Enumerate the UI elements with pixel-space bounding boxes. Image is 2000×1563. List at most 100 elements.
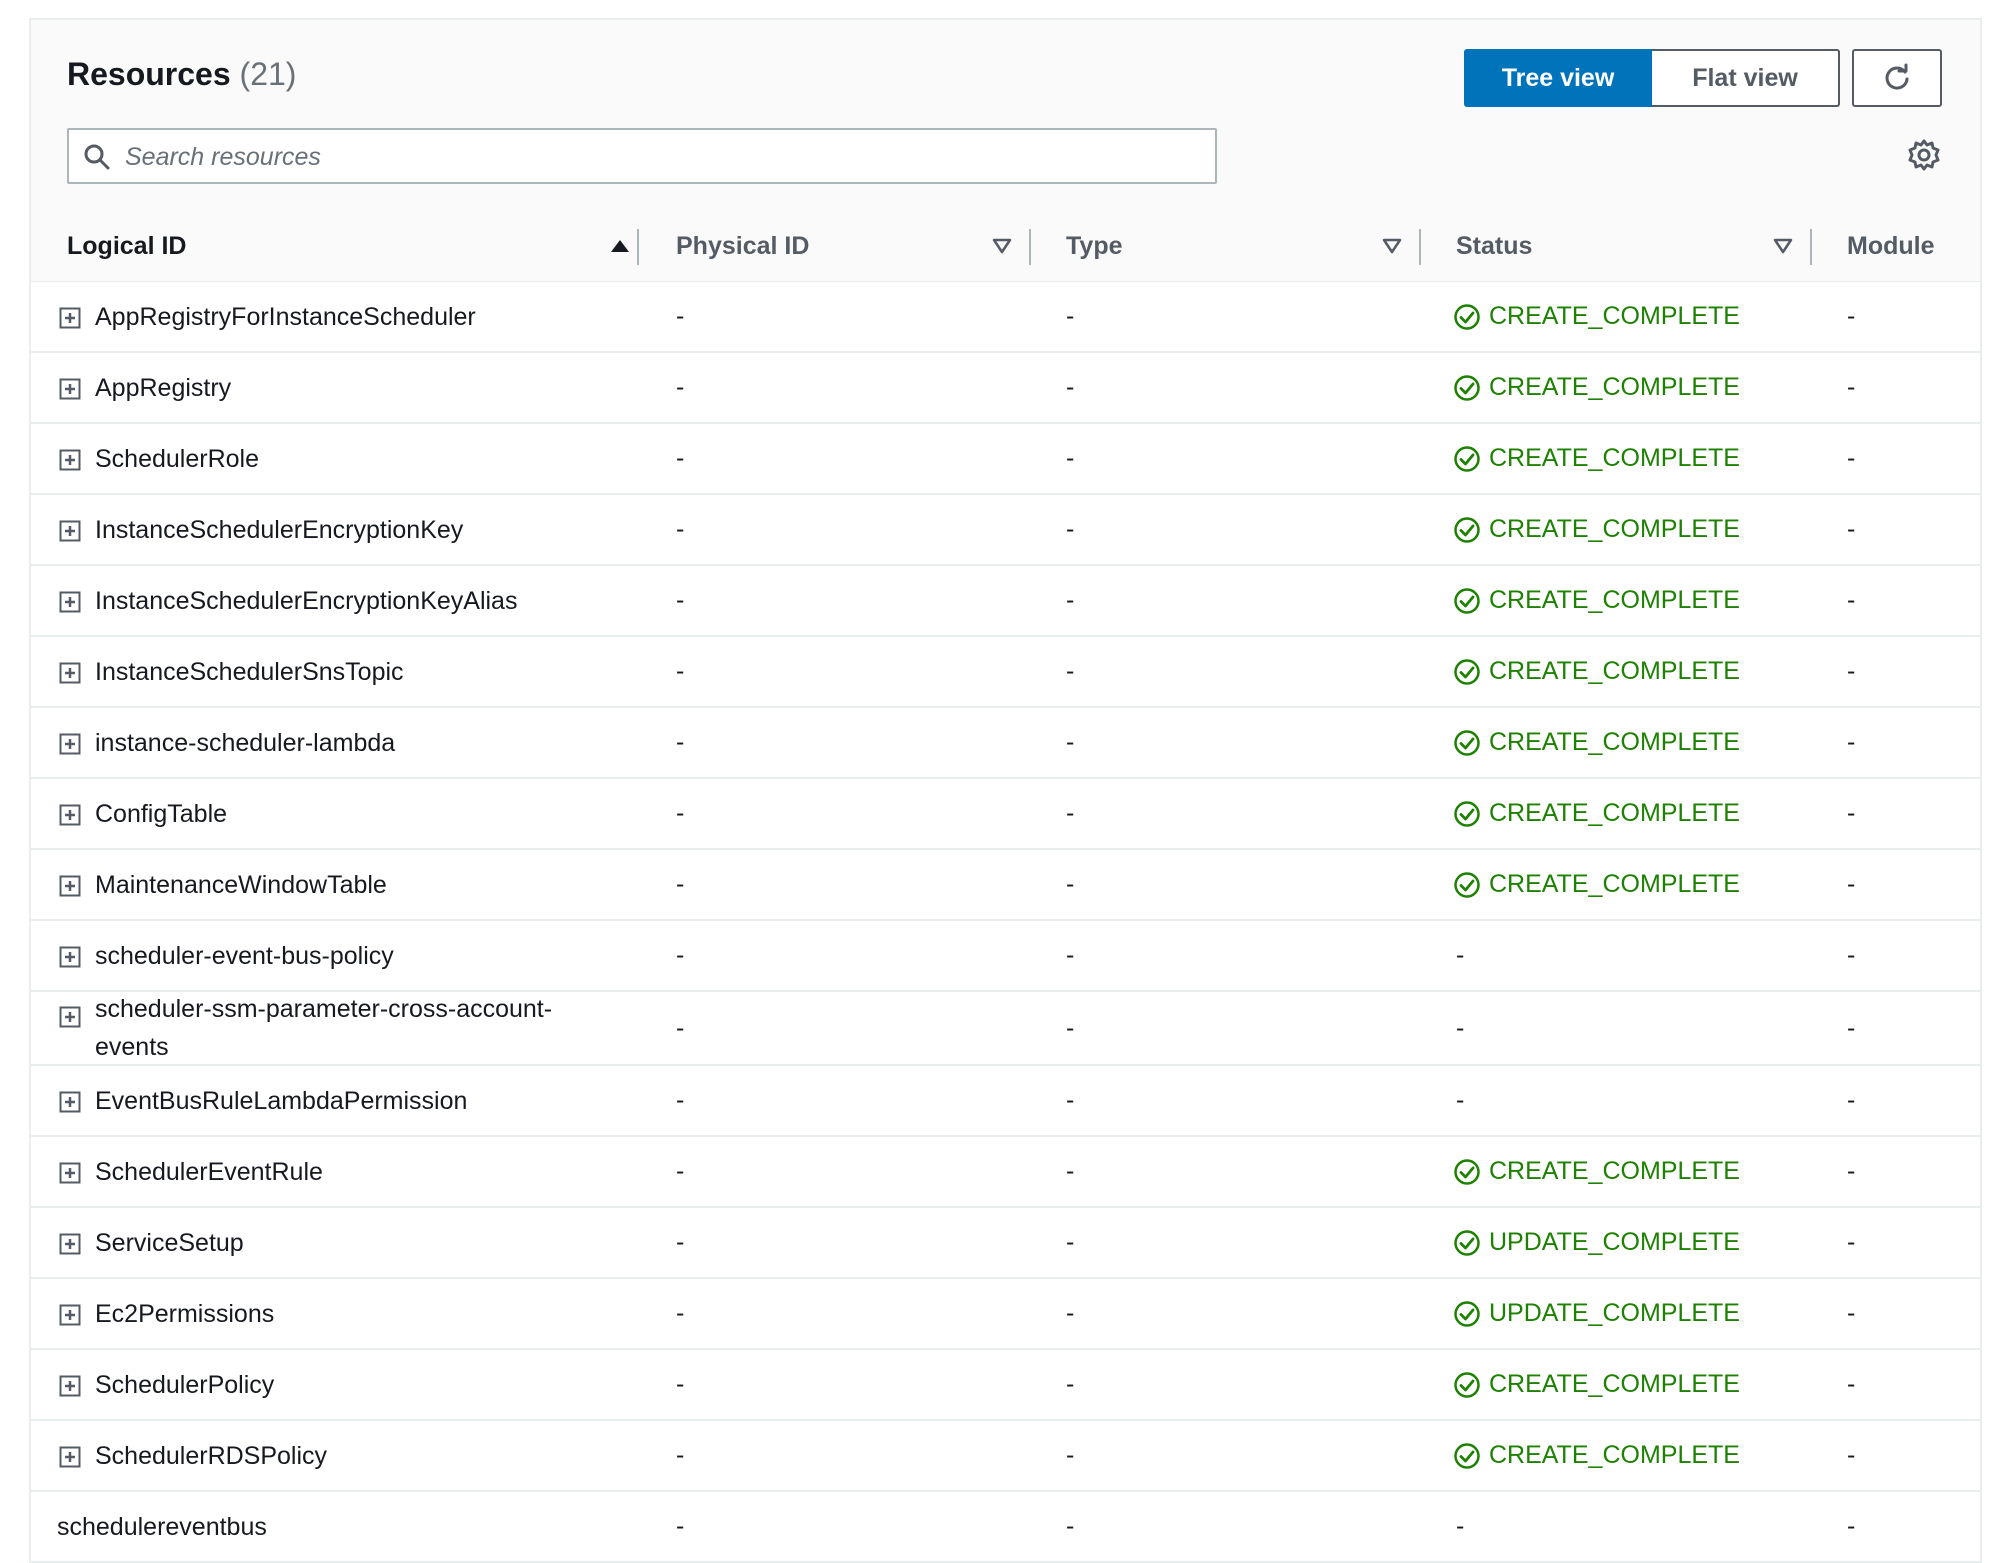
column-divider[interactable] — [1810, 229, 1812, 265]
status-badge: CREATE_COMPLETE — [1453, 302, 1740, 331]
module-cell: - — [1847, 1441, 1856, 1469]
expand-plus-icon[interactable] — [59, 1304, 81, 1326]
expand-plus-icon[interactable] — [59, 804, 81, 826]
physical-id-cell: - — [676, 1299, 685, 1327]
table-row[interactable]: instance-scheduler-lambda - - CREATE_COMPLE… — [31, 708, 1980, 779]
table-row[interactable]: InstanceSchedulerEncryptionKey - - CREATE_C… — [31, 495, 1980, 566]
table-row[interactable]: EventBusRuleLambdaPermission - - - - — [31, 1066, 1980, 1137]
table-row[interactable]: InstanceSchedulerSnsTopic - - CREATE_COMPLE… — [31, 637, 1980, 708]
status-badge: CREATE_COMPLETE — [1453, 1370, 1740, 1399]
table-row[interactable]: Ec2Permissions - - UPDATE_COMPLETE - — [31, 1279, 1980, 1350]
column-divider[interactable] — [1029, 229, 1031, 265]
logical-id-cell: MaintenanceWindowTable — [95, 870, 387, 899]
status-cell: CREATE_COMPLETE — [1453, 1350, 1740, 1419]
type-cell: - — [1066, 941, 1075, 969]
gear-icon[interactable] — [1907, 138, 1941, 177]
status-text: CREATE_COMPLETE — [1489, 373, 1740, 401]
expand-plus-icon[interactable] — [59, 1162, 81, 1184]
expand-plus-icon[interactable] — [59, 946, 81, 968]
check-circle-icon — [1453, 1158, 1489, 1186]
expand-plus-icon[interactable] — [59, 1375, 81, 1397]
table-row[interactable]: scheduler-event-bus-policy - - - - — [31, 921, 1980, 992]
status-cell: CREATE_COMPLETE — [1453, 495, 1740, 564]
table-row[interactable]: InstanceSchedulerEncryptionKeyAlias - - CRE… — [31, 566, 1980, 637]
expand-plus-icon[interactable] — [59, 449, 81, 471]
table-row[interactable]: ConfigTable - - CREATE_COMPLETE - — [31, 779, 1980, 850]
table-row[interactable]: SchedulerPolicy - - CREATE_COMPLETE - — [31, 1350, 1980, 1421]
logical-id-cell: EventBusRuleLambdaPermission — [95, 1086, 468, 1115]
table-row[interactable]: MaintenanceWindowTable - - CREATE_COMPLETE - — [31, 850, 1980, 921]
page-title: Resources (21) — [67, 56, 296, 93]
resources-panel: Resources (21) Tree view Flat view Searc… — [29, 18, 1982, 1563]
module-cell: - — [1847, 515, 1856, 543]
table-row[interactable]: ServiceSetup - - UPDATE_COMPLETE - — [31, 1208, 1980, 1279]
check-circle-icon — [1453, 658, 1489, 686]
caret-down-icon[interactable] — [1772, 235, 1794, 262]
physical-id-cell: - — [676, 870, 685, 898]
status-cell: - — [1456, 941, 1465, 969]
table-row[interactable]: SchedulerEventRule - - CREATE_COMPLETE - — [31, 1137, 1980, 1208]
expand-plus-icon[interactable] — [59, 733, 81, 755]
type-cell: - — [1066, 728, 1075, 756]
logical-id-cell: AppRegistryForInstanceScheduler — [95, 302, 476, 331]
check-circle-icon — [1453, 1229, 1489, 1257]
status-text: CREATE_COMPLETE — [1489, 444, 1740, 472]
expand-plus-icon[interactable] — [59, 1446, 81, 1468]
expand-plus-icon[interactable] — [59, 1233, 81, 1255]
expand-plus-icon[interactable] — [59, 875, 81, 897]
table-row[interactable]: schedulereventbus - - - - — [31, 1492, 1980, 1563]
caret-down-icon[interactable] — [991, 235, 1013, 262]
logical-id-cell: ConfigTable — [95, 799, 228, 828]
logical-id-cell: InstanceSchedulerEncryptionKey — [95, 515, 464, 544]
title-text: Resources — [67, 56, 231, 92]
search-field — [67, 128, 1217, 184]
table-row[interactable]: scheduler-ssm-parameter-cross-account-ev… — [31, 992, 1980, 1066]
expand-plus-icon[interactable] — [59, 1091, 81, 1113]
logical-id-cell: SchedulerPolicy — [95, 1370, 275, 1399]
status-text: CREATE_COMPLETE — [1489, 302, 1740, 330]
status-badge: CREATE_COMPLETE — [1453, 870, 1740, 899]
expand-plus-icon[interactable] — [59, 1006, 81, 1028]
status-cell: - — [1456, 1086, 1465, 1114]
caret-up-icon[interactable] — [609, 235, 631, 262]
type-cell: - — [1066, 1441, 1075, 1469]
expand-plus-icon[interactable] — [59, 662, 81, 684]
module-cell: - — [1847, 1157, 1856, 1185]
flat-view-button[interactable]: Flat view — [1652, 49, 1840, 107]
expand-plus-icon[interactable] — [59, 307, 81, 329]
column-module[interactable]: Module — [1847, 212, 1935, 281]
status-badge: CREATE_COMPLETE — [1453, 1157, 1740, 1186]
column-physical-id[interactable]: Physical ID — [676, 212, 809, 281]
column-type[interactable]: Type — [1066, 212, 1123, 281]
column-divider[interactable] — [637, 229, 639, 265]
status-text: CREATE_COMPLETE — [1489, 1370, 1740, 1398]
column-logical-id[interactable]: Logical ID — [67, 212, 186, 281]
type-cell: - — [1066, 1013, 1075, 1042]
table-row[interactable]: AppRegistry - - CREATE_COMPLETE - — [31, 353, 1980, 424]
table-row[interactable]: SchedulerRole - - CREATE_COMPLETE - — [31, 424, 1980, 495]
physical-id-cell: - — [676, 302, 685, 330]
status-badge: CREATE_COMPLETE — [1453, 586, 1740, 615]
caret-down-icon[interactable] — [1381, 235, 1403, 262]
status-cell: CREATE_COMPLETE — [1453, 850, 1740, 919]
physical-id-cell: - — [676, 1157, 685, 1185]
physical-id-cell: - — [676, 515, 685, 543]
search-input[interactable] — [123, 130, 1207, 184]
logical-id-cell: scheduler-ssm-parameter-cross-account-ev… — [95, 990, 552, 1066]
table-row[interactable]: AppRegistryForInstanceScheduler - - CREATE_… — [31, 282, 1980, 353]
status-cell: CREATE_COMPLETE — [1453, 353, 1740, 422]
expand-plus-icon[interactable] — [59, 591, 81, 613]
column-status[interactable]: Status — [1456, 212, 1532, 281]
expand-plus-icon[interactable] — [59, 520, 81, 542]
expand-plus-icon[interactable] — [59, 378, 81, 400]
panel-header: Resources (21) Tree view Flat view — [31, 20, 1980, 213]
column-divider[interactable] — [1419, 229, 1421, 265]
tree-view-button[interactable]: Tree view — [1464, 49, 1652, 107]
type-cell: - — [1066, 515, 1075, 543]
refresh-button[interactable] — [1852, 49, 1942, 107]
table-row[interactable]: SchedulerRDSPolicy - - CREATE_COMPLETE - — [31, 1421, 1980, 1492]
physical-id-cell: - — [676, 1441, 685, 1469]
status-badge: UPDATE_COMPLETE — [1453, 1299, 1740, 1328]
type-cell: - — [1066, 302, 1075, 330]
status-cell: CREATE_COMPLETE — [1453, 566, 1740, 635]
